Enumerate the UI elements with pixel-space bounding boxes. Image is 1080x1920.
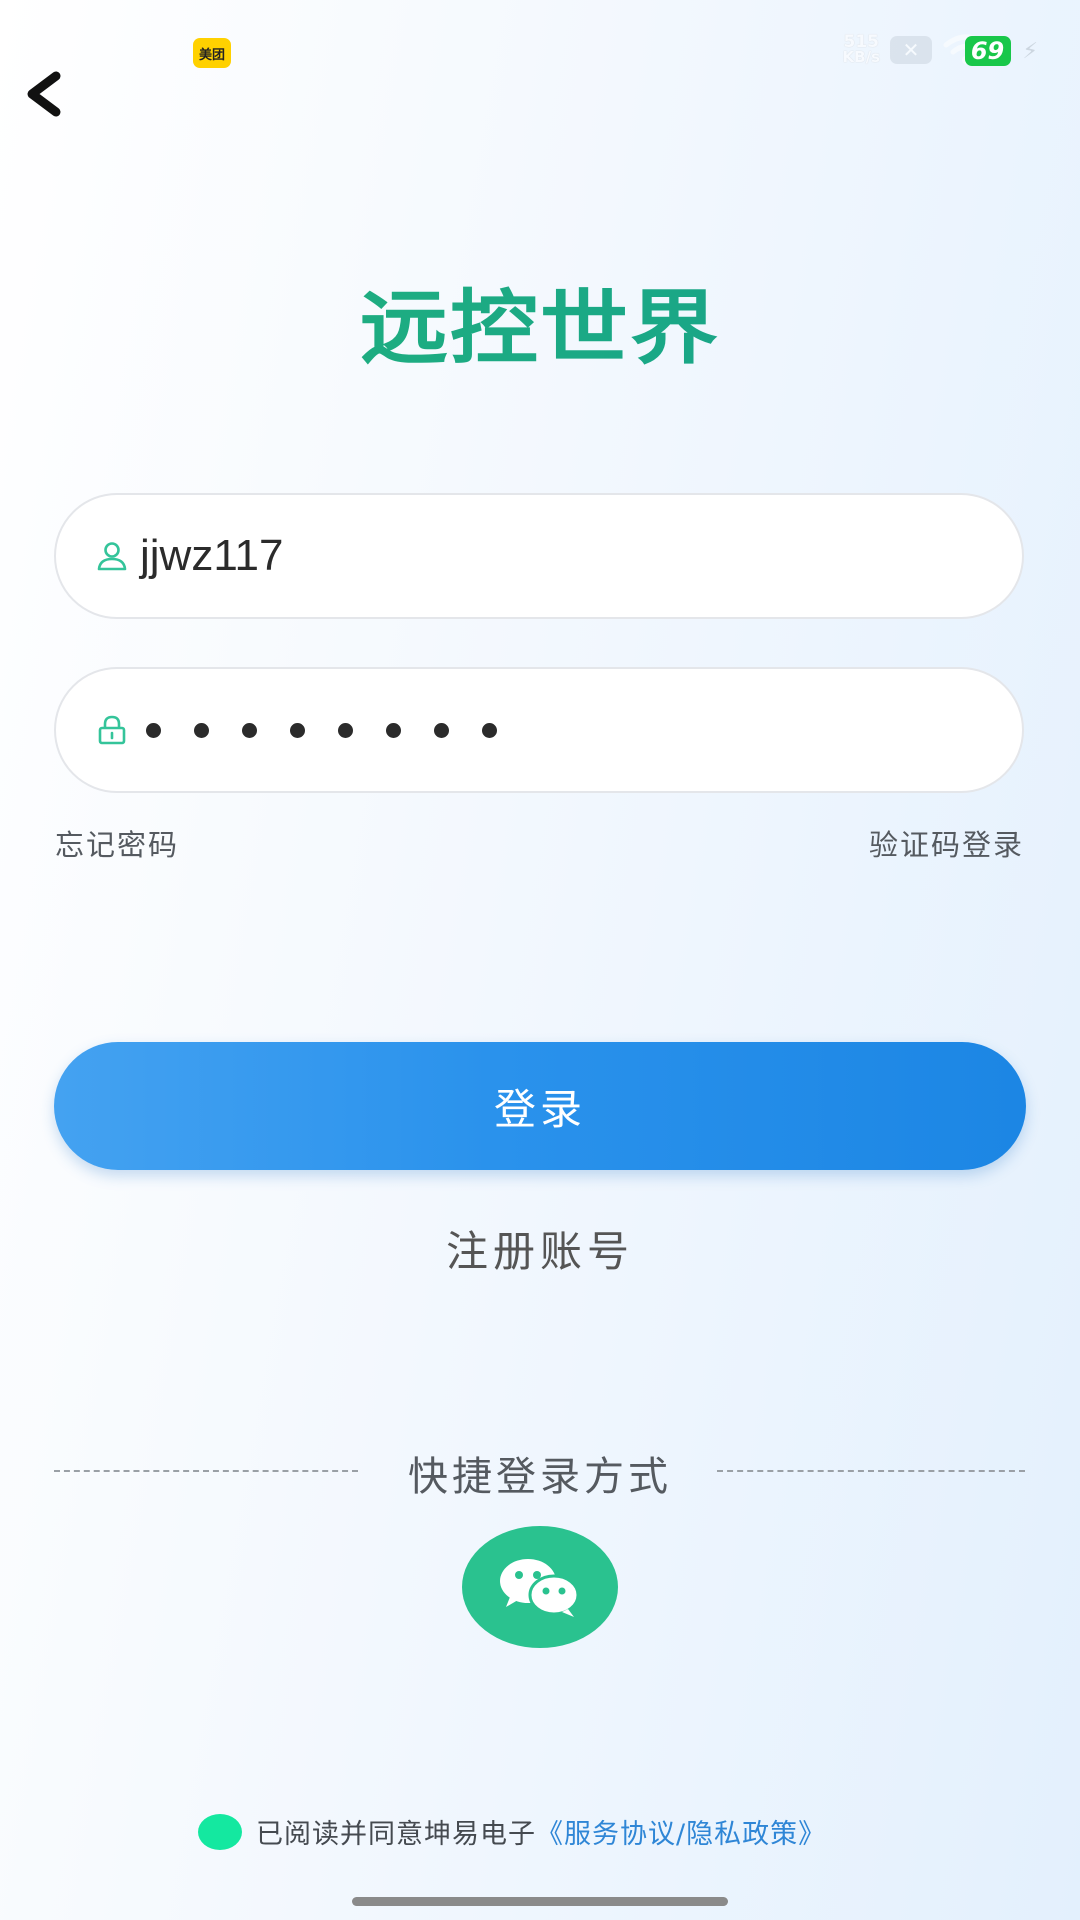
password-mask-dot — [242, 722, 257, 738]
agreement-text: 已阅读并同意坤易电子 — [256, 1819, 536, 1850]
user-icon — [97, 542, 127, 571]
divider-left — [54, 1470, 358, 1474]
forgot-password-link[interactable]: 忘记密码 — [55, 822, 179, 864]
home-indicator[interactable] — [352, 1897, 728, 1906]
net-speed: 515 KB/s — [842, 34, 880, 66]
sms-login-link[interactable]: 验证码登录 — [869, 822, 1024, 864]
battery-icon: 69 ⚡ — [964, 36, 1038, 66]
agreement-link[interactable]: 《服务协议/隐私政策》 — [536, 1812, 826, 1851]
wechat-login-button[interactable] — [462, 1526, 618, 1648]
password-input[interactable] — [146, 722, 497, 738]
login-button[interactable]: 登录 — [54, 1042, 1026, 1170]
password-mask-dot — [386, 722, 401, 738]
agree-checkbox[interactable] — [198, 1813, 242, 1850]
charging-bolt-icon: ⚡ — [1022, 38, 1038, 64]
password-field[interactable] — [54, 667, 1024, 793]
password-mask-dot — [338, 722, 353, 738]
lock-icon — [98, 715, 126, 745]
chevron-left-icon[interactable] — [18, 66, 68, 122]
net-speed-unit: KB/s — [842, 48, 880, 66]
quick-login-label: 快捷登录方式 — [408, 1454, 672, 1500]
meituan-app-icon: 美团 — [193, 38, 231, 68]
app-title: 远控世界 — [0, 263, 1080, 380]
register-link[interactable]: 注册账号 — [0, 1218, 1080, 1279]
password-mask-dot — [482, 722, 497, 738]
password-mask-dot — [194, 722, 209, 738]
battery-level: 69 — [964, 36, 1011, 66]
divider-right — [717, 1470, 1025, 1474]
wechat-icon — [500, 1559, 580, 1617]
username-field[interactable]: jjwz117 — [54, 493, 1024, 619]
username-input[interactable]: jjwz117 — [140, 531, 283, 581]
password-mask-dot — [434, 722, 449, 738]
status-bar: 美团 515 KB/s ✕ 69 ⚡ — [0, 0, 1080, 100]
password-mask-dot — [290, 722, 305, 738]
password-mask-dot — [146, 722, 161, 738]
x-icon: ✕ — [890, 36, 932, 64]
agreement-row: 已阅读并同意坤易电子 《服务协议/隐私政策》 — [198, 1812, 826, 1851]
